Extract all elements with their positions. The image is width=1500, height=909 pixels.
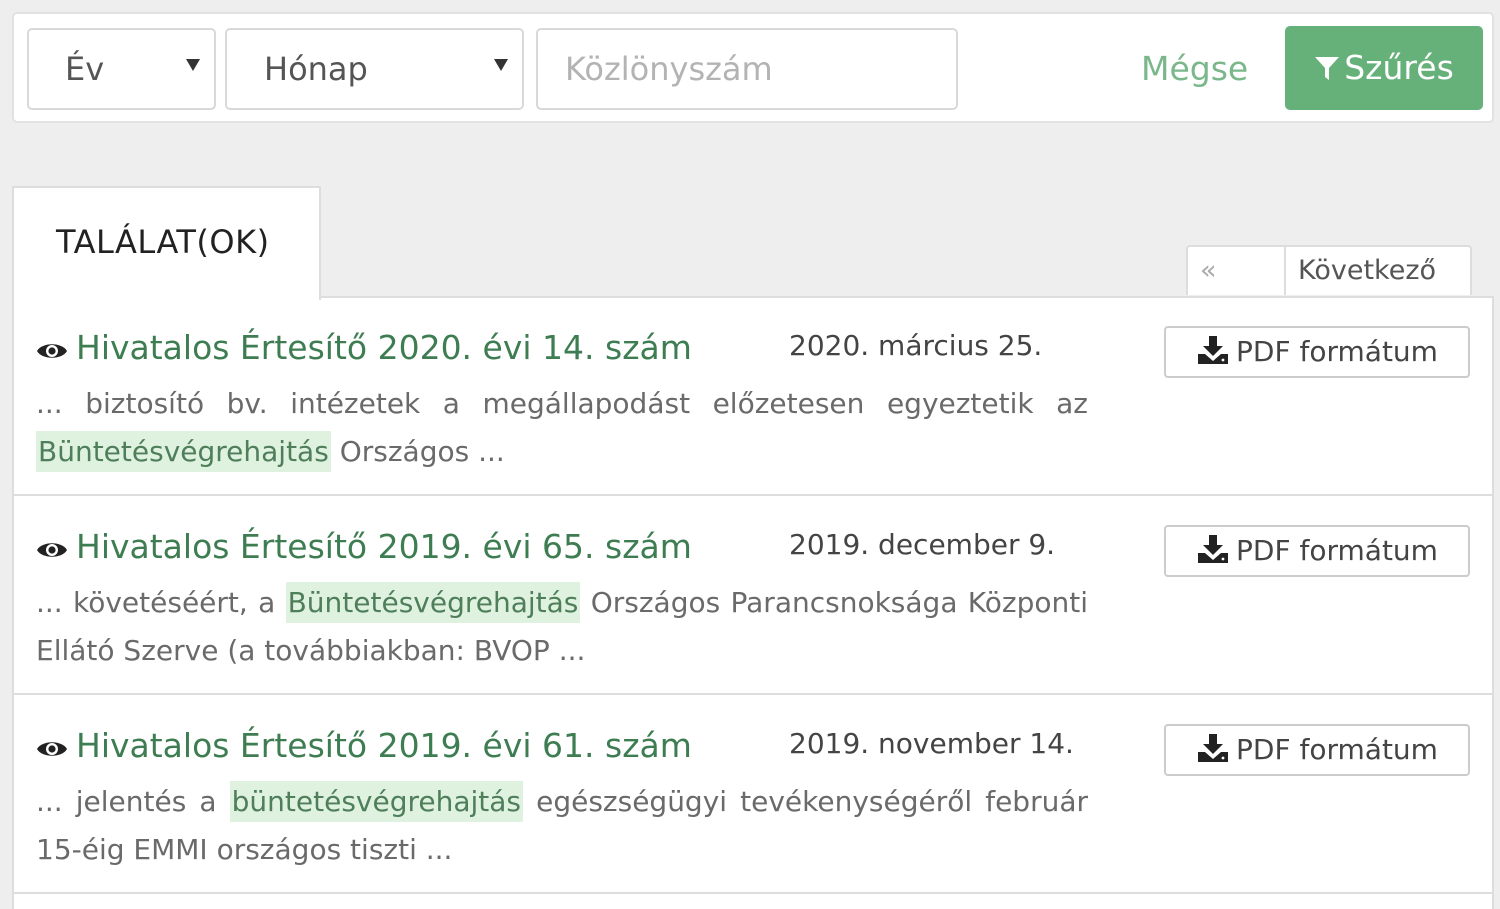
excerpt-text: ... követéséért, a bbox=[36, 586, 286, 619]
result-excerpt: ... jelentés a büntetésvégrehajtás egész… bbox=[36, 778, 1088, 874]
result-excerpt: ... biztosító bv. intézetek a megállapod… bbox=[36, 380, 1088, 476]
cancel-link[interactable]: Mégse bbox=[1141, 28, 1248, 110]
result-title-link[interactable]: Hivatalos Értesítő 2019. évi 65. szám bbox=[36, 527, 692, 566]
eye-icon bbox=[37, 344, 67, 358]
excerpt-text: Országos ... bbox=[330, 435, 505, 468]
month-select-label: Hónap bbox=[264, 50, 368, 88]
year-select[interactable]: Év bbox=[27, 28, 216, 110]
result-item: Hivatalos Értesítő 2020. évi 14. szám 20… bbox=[14, 298, 1492, 496]
result-title: Hivatalos Értesítő 2020. évi 14. szám bbox=[76, 328, 692, 367]
caret-down-icon bbox=[494, 59, 508, 71]
excerpt-highlight: Büntetésvégrehajtás bbox=[285, 582, 581, 623]
result-date: 2019. november 14. bbox=[789, 727, 1074, 760]
result-item: Hivatalos Értesítő 2019. évi 61. szám 20… bbox=[14, 696, 1492, 894]
download-icon bbox=[1198, 535, 1229, 563]
eye-icon bbox=[37, 742, 67, 756]
pdf-button-label: PDF formátum bbox=[1236, 335, 1438, 368]
pdf-download-button[interactable]: PDF formátum bbox=[1164, 525, 1470, 577]
download-icon bbox=[1198, 734, 1229, 762]
result-title-link[interactable]: Hivatalos Értesítő 2020. évi 14. szám bbox=[36, 328, 692, 367]
result-date: 2020. március 25. bbox=[789, 329, 1043, 362]
filter-bar: Év Hónap Mégse Szűrés bbox=[12, 12, 1494, 123]
excerpt-text: ... biztosító bv. intézetek a megállapod… bbox=[36, 387, 1088, 420]
filter-button[interactable]: Szűrés bbox=[1285, 26, 1483, 110]
tab-results[interactable]: TALÁLAT(OK) bbox=[12, 186, 321, 300]
pdf-button-label: PDF formátum bbox=[1236, 733, 1438, 766]
pdf-button-label: PDF formátum bbox=[1236, 534, 1438, 567]
results-list: Hivatalos Értesítő 2020. évi 14. szám 20… bbox=[12, 296, 1494, 909]
result-item: Hivatalos Értesítő 2019. évi 65. szám 20… bbox=[14, 497, 1492, 695]
result-title: Hivatalos Értesítő 2019. évi 65. szám bbox=[76, 527, 692, 566]
funnel-icon bbox=[1315, 57, 1340, 80]
pager: « Előző Következő » bbox=[1186, 245, 1472, 334]
year-select-label: Év bbox=[65, 50, 105, 88]
excerpt-highlight: büntetésvégrehajtás bbox=[229, 781, 524, 822]
eye-icon bbox=[37, 543, 67, 557]
pdf-download-button[interactable]: PDF formátum bbox=[1164, 724, 1470, 776]
result-title: Hivatalos Értesítő 2019. évi 61. szám bbox=[76, 726, 692, 765]
month-select[interactable]: Hónap bbox=[225, 28, 524, 110]
filter-button-label: Szűrés bbox=[1344, 48, 1454, 87]
result-excerpt: ... követéséért, a Büntetésvégrehajtás O… bbox=[36, 579, 1088, 675]
result-date: 2019. december 9. bbox=[789, 528, 1056, 561]
next-page-button[interactable]: Következő » bbox=[1286, 247, 1470, 334]
prev-page-button[interactable]: « Előző bbox=[1188, 247, 1286, 334]
download-icon bbox=[1198, 336, 1229, 364]
result-title-link[interactable]: Hivatalos Értesítő 2019. évi 61. szám bbox=[36, 726, 692, 765]
pdf-download-button[interactable]: PDF formátum bbox=[1164, 326, 1470, 378]
excerpt-highlight: Büntetésvégrehajtás bbox=[36, 431, 331, 472]
issue-number-input[interactable] bbox=[536, 28, 958, 110]
tab-results-label: TALÁLAT(OK) bbox=[56, 223, 270, 261]
caret-down-icon bbox=[186, 59, 200, 71]
excerpt-text: ... jelentés a bbox=[36, 785, 230, 818]
